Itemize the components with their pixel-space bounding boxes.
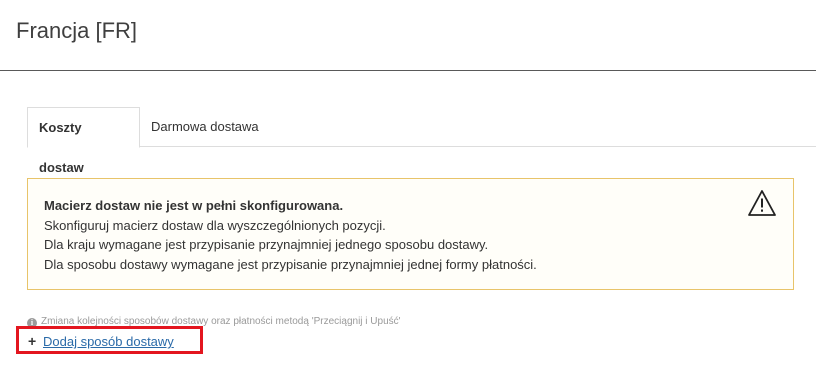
alert-line: Dla sposobu dostawy wymagane jest przypi… xyxy=(44,256,537,272)
plus-icon: + xyxy=(28,333,37,349)
add-shipping-method-link[interactable]: + Dodaj sposób dostawy xyxy=(28,333,174,350)
alert-line: Dla kraju wymagane jest przypisanie przy… xyxy=(44,237,489,252)
page-title: Francja [FR] xyxy=(16,18,138,43)
add-shipping-method-label[interactable]: Dodaj sposób dostawy xyxy=(43,334,174,349)
alert-title: Macierz dostaw nie jest w pełni skonfigu… xyxy=(44,198,344,213)
warning-triangle-icon xyxy=(748,190,776,216)
tab-free-shipping[interactable]: Darmowa dostawa xyxy=(140,107,270,147)
page-header: Francja [FR] xyxy=(0,0,816,71)
add-shipping-highlight: + Dodaj sposób dostawy xyxy=(16,326,203,354)
warning-alert: Macierz dostaw nie jest w pełni skonfigu… xyxy=(27,178,794,290)
alert-line: Skonfiguruj macierz dostaw dla wyszczegó… xyxy=(44,217,386,233)
tab-bar: Koszty dostaw Darmowa dostawa xyxy=(27,107,816,175)
tab-shipping-costs[interactable]: Koszty dostaw xyxy=(27,107,140,175)
